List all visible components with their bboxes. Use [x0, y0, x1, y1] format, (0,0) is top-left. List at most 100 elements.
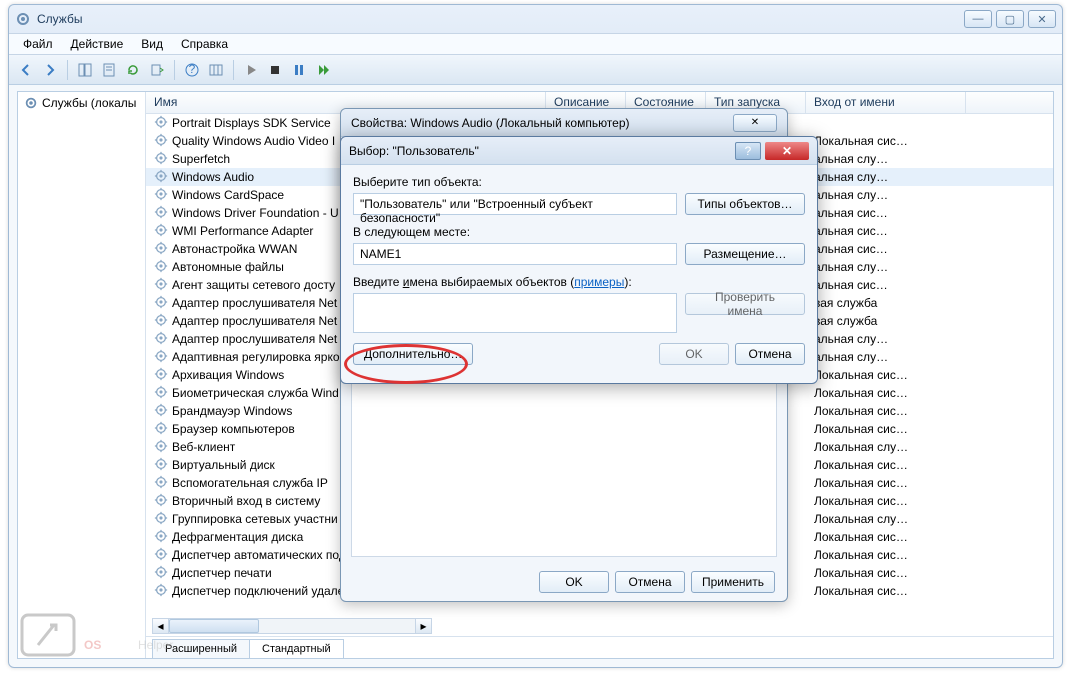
check-names-button[interactable]: Проверить имена	[685, 293, 805, 315]
window-title: Службы	[37, 12, 82, 26]
gear-icon	[154, 223, 168, 240]
service-name: Windows Audio	[172, 170, 254, 184]
gear-icon	[154, 475, 168, 492]
gear-icon	[154, 421, 168, 438]
service-logon: вая служба	[806, 314, 966, 328]
gear-icon	[154, 349, 168, 366]
gear-icon	[154, 367, 168, 384]
gear-icon	[154, 205, 168, 222]
gear-icon	[154, 133, 168, 150]
select-help-button[interactable]: ?	[735, 142, 761, 160]
properties-cancel-button[interactable]: Отмена	[615, 571, 685, 593]
advanced-button[interactable]: Дополнительно…	[353, 343, 473, 365]
export-button[interactable]	[146, 59, 168, 81]
service-name: Quality Windows Audio Video I	[172, 134, 335, 148]
properties-close-button[interactable]: ✕	[733, 114, 777, 132]
menubar: Файл Действие Вид Справка	[9, 33, 1062, 55]
gear-icon	[154, 277, 168, 294]
service-name: Автономные файлы	[172, 260, 284, 274]
service-name: Виртуальный диск	[172, 458, 275, 472]
service-logon: альная слу…	[806, 260, 966, 274]
horizontal-scrollbar[interactable]: ◂ ▸	[152, 618, 432, 634]
menu-view[interactable]: Вид	[133, 35, 171, 53]
refresh-button[interactable]	[122, 59, 144, 81]
select-ok-button[interactable]: OK	[659, 343, 729, 365]
scroll-thumb[interactable]	[169, 619, 259, 633]
service-logon: альная сис…	[806, 278, 966, 292]
stop-service-button[interactable]	[264, 59, 286, 81]
service-name: Superfetch	[172, 152, 230, 166]
location-field: NAME1	[353, 243, 677, 265]
gear-icon	[154, 151, 168, 168]
service-name: Windows Driver Foundation - U	[172, 206, 339, 220]
locations-button[interactable]: Размещение…	[685, 243, 805, 265]
help-button[interactable]: ?	[181, 59, 203, 81]
service-logon: Локальная сис…	[806, 494, 966, 508]
col-logon[interactable]: Вход от имени	[806, 92, 966, 113]
service-name: Windows CardSpace	[172, 188, 284, 202]
gear-icon	[154, 457, 168, 474]
menu-file[interactable]: Файл	[15, 35, 61, 53]
service-logon: Локальная сис…	[806, 422, 966, 436]
scroll-left-button[interactable]: ◂	[153, 619, 169, 633]
close-button[interactable]: ✕	[1028, 10, 1056, 28]
gear-icon	[154, 313, 168, 330]
gear-icon	[154, 169, 168, 186]
service-name: Portrait Displays SDK Service	[172, 116, 331, 130]
minimize-button[interactable]: —	[964, 10, 992, 28]
gear-icon	[154, 331, 168, 348]
start-service-button[interactable]	[240, 59, 262, 81]
service-logon: Локальная сис…	[806, 386, 966, 400]
properties-titlebar[interactable]: Свойства: Windows Audio (Локальный компь…	[341, 109, 787, 137]
scroll-right-button[interactable]: ▸	[415, 619, 431, 633]
service-logon: Локальная сис…	[806, 404, 966, 418]
service-name: Адаптер прослушивателя Net	[172, 332, 337, 346]
service-logon: вая служба	[806, 296, 966, 310]
select-title: Выбор: "Пользователь"	[349, 144, 479, 158]
properties-button[interactable]	[98, 59, 120, 81]
service-name: Браузер компьютеров	[172, 422, 295, 436]
select-close-button[interactable]: ✕	[765, 142, 809, 160]
columns-button[interactable]	[205, 59, 227, 81]
menu-help[interactable]: Справка	[173, 35, 236, 53]
svg-text:?: ?	[189, 62, 196, 76]
gear-icon	[154, 439, 168, 456]
service-logon: альная слу…	[806, 152, 966, 166]
tree-pane: Службы (локалы	[18, 92, 146, 658]
tab-extended[interactable]: Расширенный	[152, 639, 250, 658]
toolbar: ?	[9, 55, 1062, 85]
titlebar[interactable]: Службы — ▢ ✕	[9, 5, 1062, 33]
service-name: Адаптер прослушивателя Net	[172, 314, 337, 328]
restart-service-button[interactable]	[312, 59, 334, 81]
gear-icon	[154, 115, 168, 132]
tree-root[interactable]: Службы (локалы	[18, 92, 145, 114]
select-cancel-button[interactable]: Отмена	[735, 343, 805, 365]
gear-icon	[154, 511, 168, 528]
service-name: Группировка сетевых участни	[172, 512, 338, 526]
select-titlebar[interactable]: Выбор: "Пользователь" ? ✕	[341, 137, 817, 165]
show-hide-tree-button[interactable]	[74, 59, 96, 81]
service-logon: альная сис…	[806, 224, 966, 238]
back-button[interactable]	[15, 59, 37, 81]
examples-link[interactable]: примеры	[574, 275, 624, 289]
gear-icon	[154, 583, 168, 600]
object-names-input[interactable]	[353, 293, 677, 333]
gear-icon	[154, 385, 168, 402]
tab-standard[interactable]: Стандартный	[249, 639, 344, 658]
service-name: Вторичный вход в систему	[172, 494, 320, 508]
object-names-label: Введите имена выбираемых объектов (приме…	[353, 275, 805, 289]
maximize-button[interactable]: ▢	[996, 10, 1024, 28]
service-logon: Локальная сис…	[806, 368, 966, 382]
gear-icon	[154, 493, 168, 510]
pause-service-button[interactable]	[288, 59, 310, 81]
properties-apply-button[interactable]: Применить	[691, 571, 775, 593]
gear-icon	[154, 187, 168, 204]
object-type-label: Выберите тип объекта:	[353, 175, 805, 189]
properties-ok-button[interactable]: OK	[539, 571, 609, 593]
gear-icon	[154, 403, 168, 420]
service-name: Диспетчер печати	[172, 566, 272, 580]
menu-action[interactable]: Действие	[63, 35, 132, 53]
object-type-field: "Пользователь" или "Встроенный субъект б…	[353, 193, 677, 215]
object-types-button[interactable]: Типы объектов…	[685, 193, 805, 215]
forward-button[interactable]	[39, 59, 61, 81]
